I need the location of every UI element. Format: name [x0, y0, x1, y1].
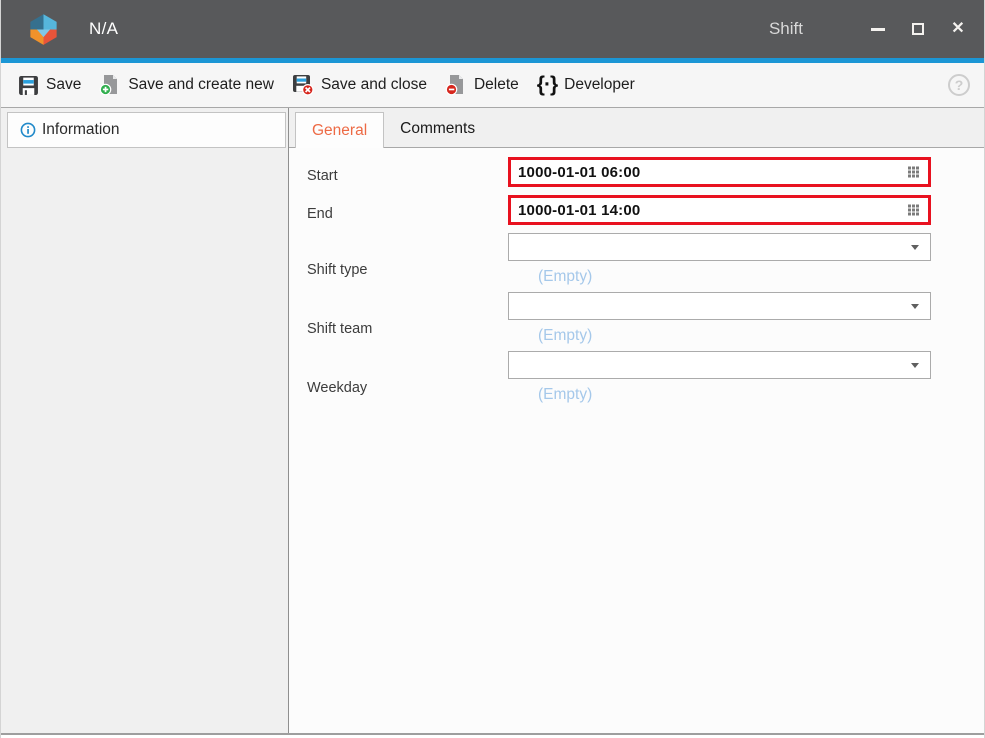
form-row-shift-team: Shift team (Empty) [307, 292, 984, 351]
close-icon: ✕ [951, 21, 964, 37]
developer-label: Developer [564, 76, 635, 94]
save-button[interactable]: Save [9, 67, 90, 103]
main-panel: General Comments Start 1000-01-01 06:00 [289, 108, 984, 733]
tab-general-label: General [312, 122, 367, 140]
save-and-close-button[interactable]: Save and close [283, 67, 436, 103]
save-close-icon [292, 74, 314, 96]
save-and-create-new-button[interactable]: Save and create new [90, 67, 283, 103]
information-label: Information [42, 121, 120, 139]
help-button[interactable]: ? [948, 74, 970, 96]
shift-type-label: Shift type [307, 248, 508, 278]
tab-comments-label: Comments [400, 120, 475, 138]
window-title: N/A [89, 19, 118, 39]
start-datetime-field[interactable]: 1000-01-01 06:00 [508, 157, 931, 187]
developer-button[interactable]: {·} Developer [528, 67, 644, 103]
app-logo-icon [26, 12, 61, 47]
end-value: 1000-01-01 14:00 [511, 202, 640, 219]
maximize-button[interactable] [898, 9, 938, 49]
shift-type-empty-hint: (Empty) [508, 261, 931, 292]
save-label: Save [46, 76, 81, 94]
delete-icon [445, 74, 467, 96]
save-create-new-icon [99, 74, 121, 96]
date-picker-grid-icon[interactable] [908, 205, 919, 216]
end-datetime-field[interactable]: 1000-01-01 14:00 [508, 195, 931, 225]
info-icon [20, 122, 36, 138]
shift-team-empty-hint: (Empty) [508, 320, 931, 351]
tab-comments[interactable]: Comments [384, 111, 491, 147]
weekday-label: Weekday [307, 366, 508, 396]
weekday-dropdown[interactable] [508, 351, 931, 379]
minimize-button[interactable] [858, 9, 898, 49]
shift-type-dropdown[interactable] [508, 233, 931, 261]
chevron-down-icon [911, 304, 919, 309]
save-and-create-new-label: Save and create new [128, 76, 274, 94]
shift-team-dropdown[interactable] [508, 292, 931, 320]
delete-button[interactable]: Delete [436, 67, 528, 103]
shift-team-label: Shift team [307, 307, 508, 337]
left-panel: Information [1, 108, 289, 733]
chevron-down-icon [911, 363, 919, 368]
form-row-shift-type: Shift type (Empty) [307, 233, 984, 292]
information-group-header[interactable]: Information [7, 112, 286, 148]
chevron-down-icon [911, 245, 919, 250]
shift-detail-window: N/A Shift ✕ Save [0, 0, 985, 738]
window-subtitle: Shift [769, 19, 803, 39]
delete-label: Delete [474, 76, 519, 94]
tab-general[interactable]: General [295, 112, 384, 148]
form-row-start: Start 1000-01-01 06:00 [307, 157, 984, 195]
form-row-end: End 1000-01-01 14:00 [307, 195, 984, 233]
date-picker-grid-icon[interactable] [908, 167, 919, 178]
form-panel: Start 1000-01-01 06:00 [289, 147, 984, 733]
titlebar: N/A Shift ✕ [1, 0, 984, 58]
start-value: 1000-01-01 06:00 [511, 164, 640, 181]
save-floppy-icon [18, 75, 39, 96]
window-bottom-edge [1, 733, 984, 738]
save-and-close-label: Save and close [321, 76, 427, 94]
toolbar: Save Save and create new Save and close [1, 63, 984, 108]
content-area: Information General Comments Start 1000-… [1, 108, 984, 733]
help-icon: ? [955, 77, 964, 93]
start-label: Start [307, 168, 508, 184]
form-row-weekday: Weekday (Empty) [307, 351, 984, 410]
tabstrip: General Comments [289, 108, 984, 147]
maximize-icon [912, 23, 924, 35]
close-button[interactable]: ✕ [938, 9, 978, 49]
minimize-icon [871, 28, 885, 31]
developer-braces-icon: {·} [537, 74, 557, 95]
weekday-empty-hint: (Empty) [508, 379, 931, 410]
end-label: End [307, 206, 508, 222]
